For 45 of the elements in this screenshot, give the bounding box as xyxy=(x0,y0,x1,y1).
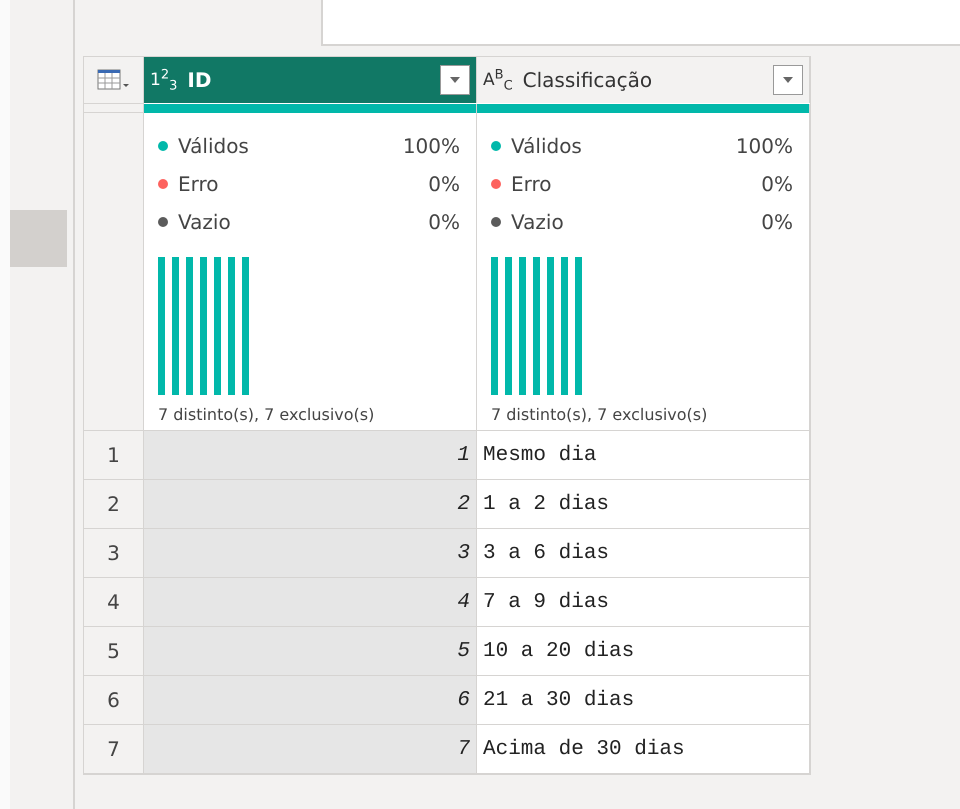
table-cell: 1 a 2 dias xyxy=(477,480,810,529)
stat-label: Válidos xyxy=(178,134,250,158)
row-number[interactable]: 1 xyxy=(84,431,144,480)
table-cell: Acima de 30 dias xyxy=(477,725,810,774)
table-cell: 5 xyxy=(144,627,477,676)
table-cell: 7 xyxy=(144,725,477,774)
caret-icon xyxy=(449,76,461,84)
distribution-caption: 7 distinto(s), 7 exclusivo(s) xyxy=(158,405,376,424)
stat-value: 100% xyxy=(402,134,460,158)
stat-label: Erro xyxy=(511,172,553,196)
table-cell: 6 xyxy=(144,676,477,725)
caret-icon xyxy=(782,76,794,84)
row-number[interactable]: 6 xyxy=(84,676,144,725)
column-name: ID xyxy=(187,68,212,92)
stat-value: 0% xyxy=(428,210,460,234)
table-cell: 2 xyxy=(144,480,477,529)
stat-value: 100% xyxy=(736,134,793,158)
table-cell: 21 a 30 dias xyxy=(477,676,810,725)
row-number[interactable]: 4 xyxy=(84,578,144,627)
stat-label: Erro xyxy=(178,172,220,196)
column-header[interactable]: A$^{B}$$_{C}$ Classificação xyxy=(477,57,810,103)
filter-dropdown-button[interactable] xyxy=(440,65,470,95)
table-cell: 4 xyxy=(144,578,477,627)
stat-label: Válidos xyxy=(511,134,583,158)
table-cell: 3 a 6 dias xyxy=(477,529,810,578)
row-number[interactable]: 2 xyxy=(84,480,144,529)
table-cell: 7 a 9 dias xyxy=(477,578,810,627)
column-header[interactable]: 1$^{2}$$_{3}$ ID xyxy=(144,57,477,103)
row-number[interactable]: 5 xyxy=(84,627,144,676)
stat-label: Vazio xyxy=(511,210,565,234)
table-cell: 1 xyxy=(144,431,477,480)
distribution-caption: 7 distinto(s), 7 exclusivo(s) xyxy=(491,405,708,424)
stat-value: 0% xyxy=(761,172,793,196)
table-icon[interactable] xyxy=(96,69,130,91)
stat-value: 0% xyxy=(428,172,460,196)
row-number[interactable]: 7 xyxy=(84,725,144,774)
row-number[interactable]: 3 xyxy=(84,529,144,578)
stat-label: Vazio xyxy=(178,210,232,234)
pane-handle[interactable] xyxy=(10,210,67,267)
stat-value: 0% xyxy=(761,210,793,234)
filter-dropdown-button[interactable] xyxy=(773,65,803,95)
table-cell: Mesmo dia xyxy=(477,431,810,480)
table-cell: 3 xyxy=(144,529,477,578)
table-cell: 10 a 20 dias xyxy=(477,627,810,676)
column-name: Classificação xyxy=(522,68,654,92)
